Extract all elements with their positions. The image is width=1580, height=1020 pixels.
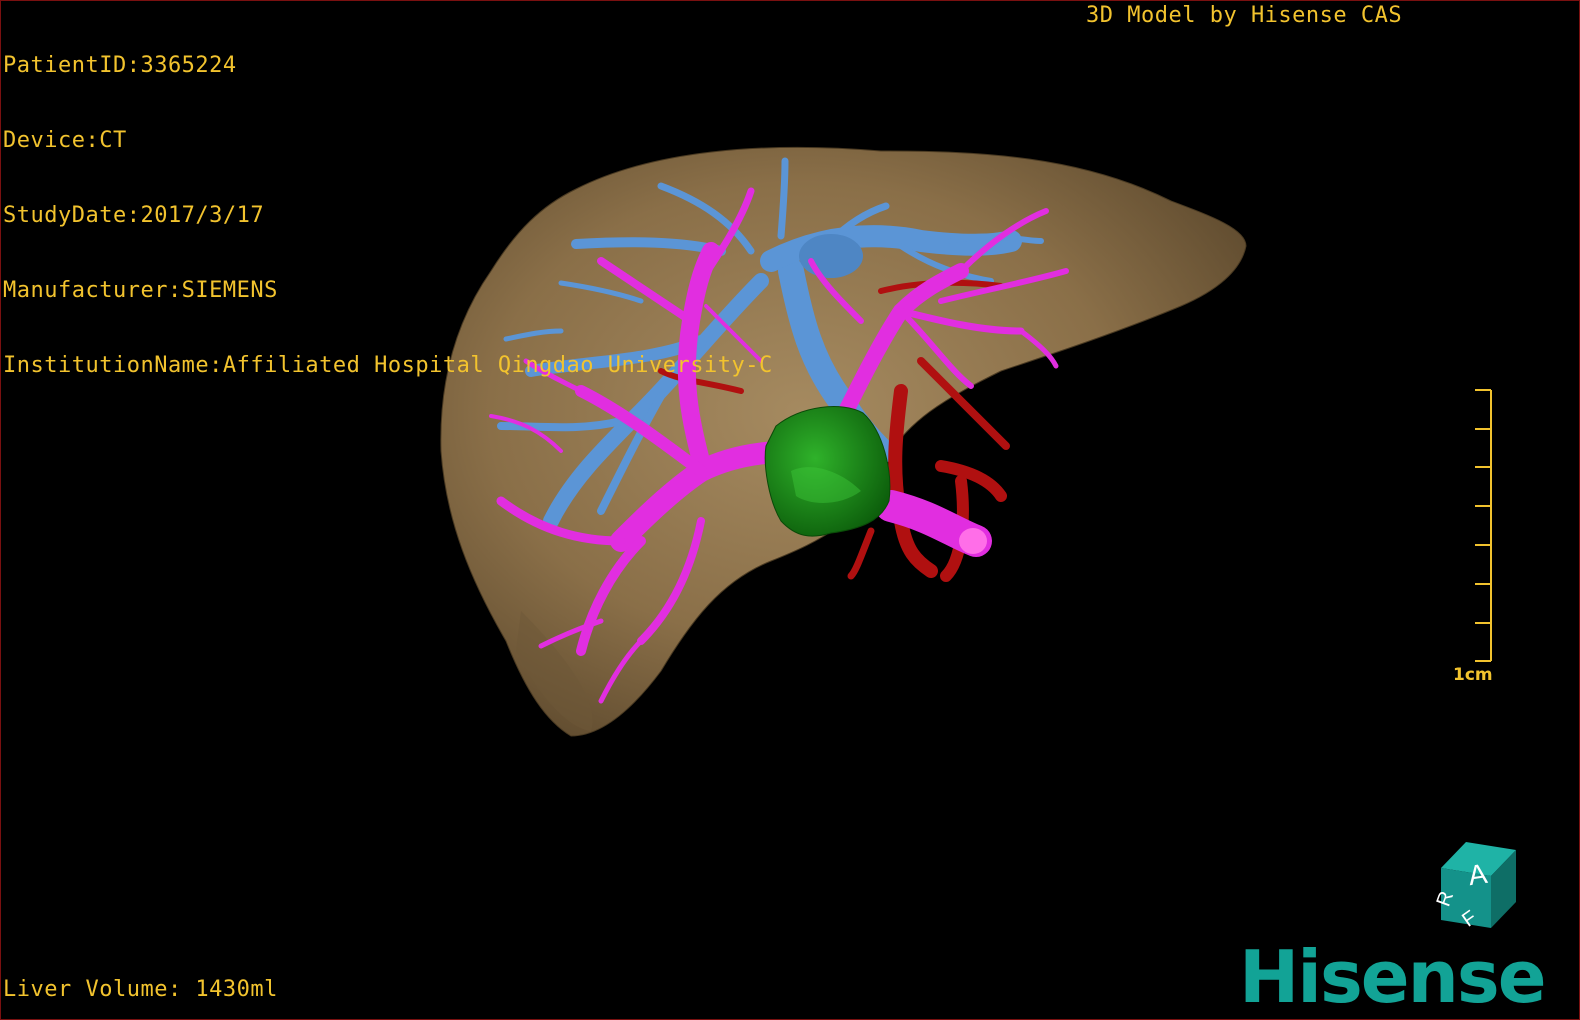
- study-date: StudyDate:2017/3/17: [3, 203, 265, 228]
- patient-info-overlay: PatientID:3365224 Device:CT StudyDate:20…: [3, 3, 773, 428]
- scale-bar-label: 1cm: [1453, 665, 1493, 685]
- hepatic-vein-confluence: [799, 234, 863, 278]
- model-credit: 3D Model by Hisense CAS: [1086, 3, 1403, 28]
- institution-name: InstitutionName:Affiliated Hospital Qing…: [3, 353, 773, 378]
- 3d-viewport[interactable]: PatientID:3365224 Device:CT StudyDate:20…: [0, 0, 1580, 1020]
- portal-vein-trunk-tip: [959, 528, 987, 554]
- manufacturer: Manufacturer:SIEMENS: [3, 278, 278, 303]
- patient-id: PatientID:3365224: [3, 53, 237, 78]
- device-label: Device:CT: [3, 128, 127, 153]
- orientation-cube-icon[interactable]: A R F: [1421, 836, 1531, 946]
- scale-bar: [1475, 389, 1492, 662]
- hisense-logo: Hisense: [1239, 935, 1547, 1019]
- liver-volume: Liver Volume: 1430ml: [3, 977, 278, 1002]
